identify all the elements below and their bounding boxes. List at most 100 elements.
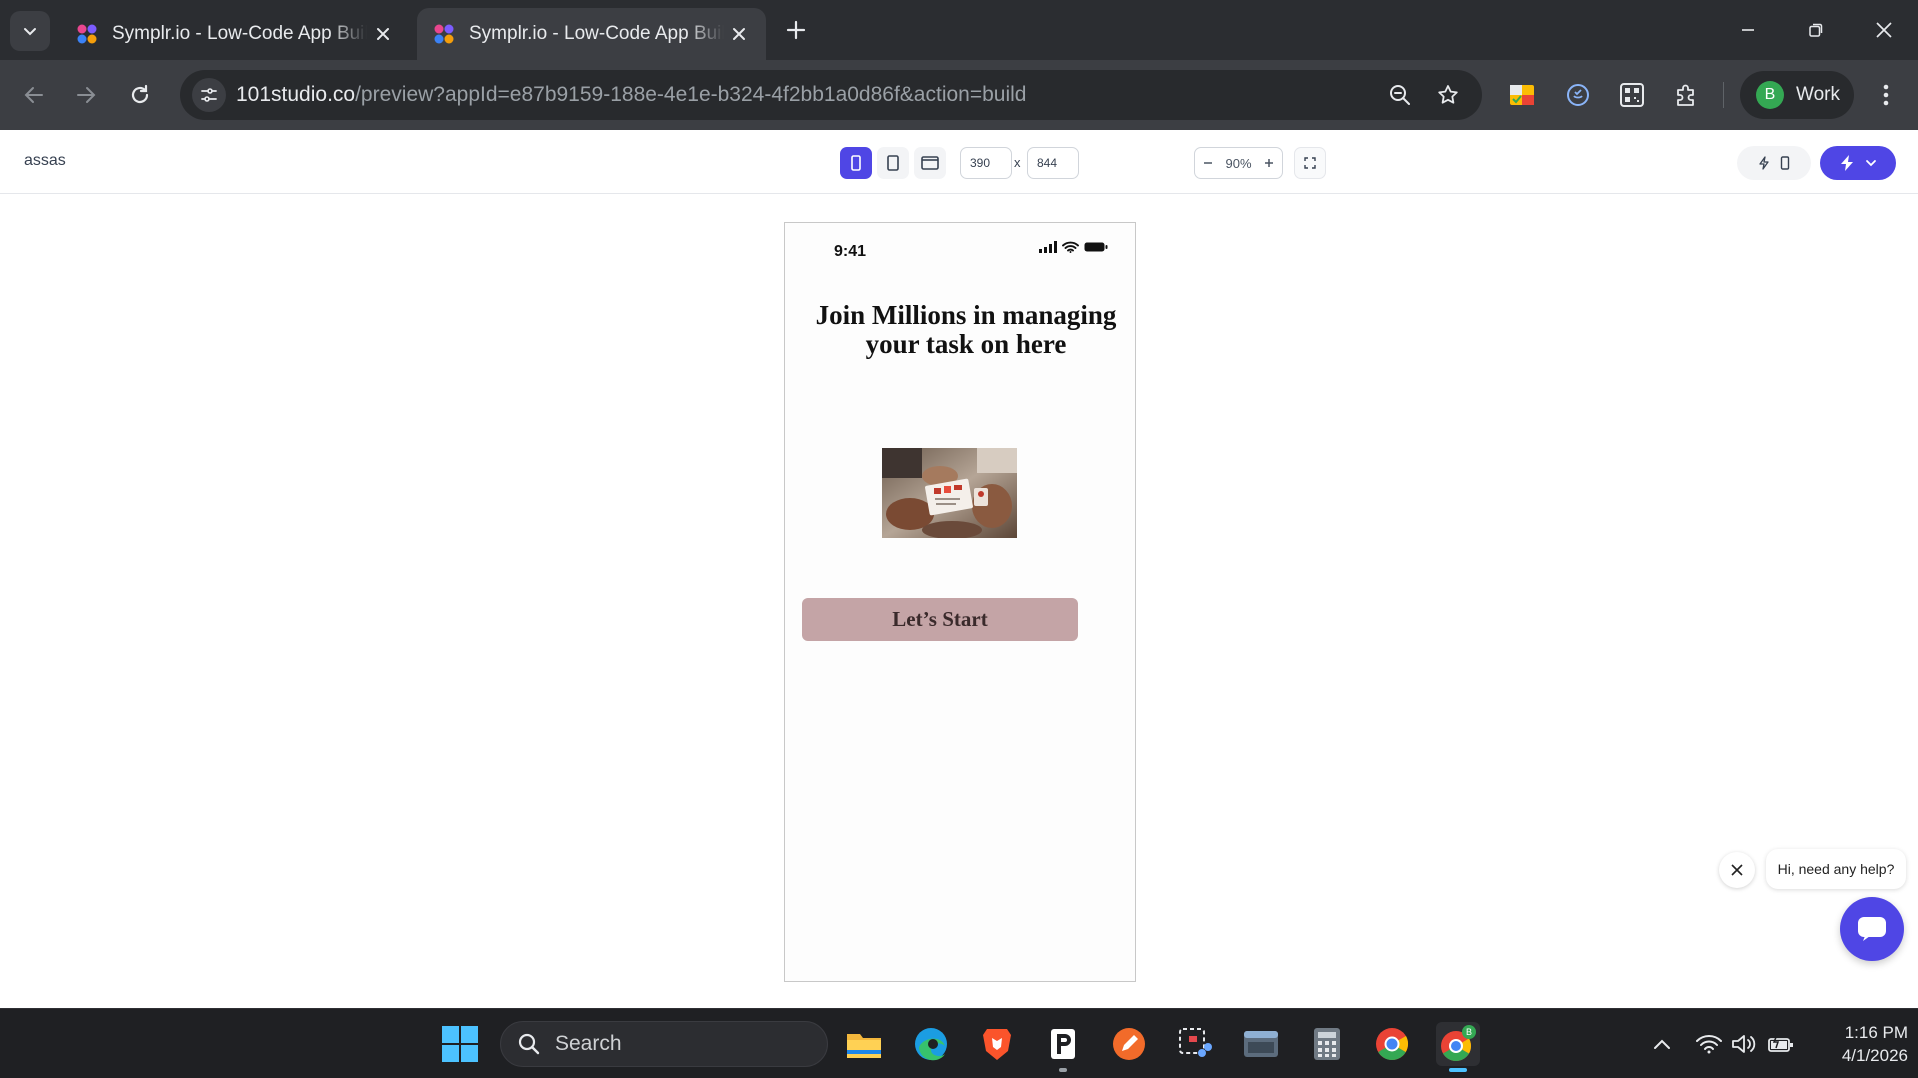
url-text: 101studio.co/preview?appId=e87b9159-188e… <box>236 83 1026 107</box>
new-tab-button[interactable] <box>780 14 812 46</box>
extensions-button[interactable] <box>1670 79 1702 111</box>
close-window-button[interactable] <box>1862 10 1906 50</box>
run-menu-button[interactable] <box>1820 146 1896 180</box>
symplr-favicon-icon <box>77 24 97 44</box>
battery-button[interactable] <box>1767 1030 1795 1058</box>
show-hidden-icons-button[interactable] <box>1648 1030 1676 1058</box>
plus-icon <box>786 20 806 40</box>
taskbar-edge[interactable] <box>909 1022 953 1066</box>
status-icons <box>1039 241 1108 253</box>
browser-tab[interactable]: Symplr.io - Low-Code App Builder <box>60 8 410 60</box>
taskbar-chrome-work[interactable]: B <box>1436 1022 1480 1072</box>
device-mobile-button[interactable] <box>840 147 872 179</box>
windows-logo-icon <box>442 1026 459 1043</box>
tab-close-button[interactable] <box>726 21 752 47</box>
plus-icon <box>1265 158 1273 167</box>
back-button[interactable] <box>14 75 54 115</box>
taskbar-brave[interactable] <box>975 1022 1019 1066</box>
zoom-page-button[interactable] <box>1386 81 1414 109</box>
tab-title: Symplr.io - Low-Code App Builder <box>469 23 724 44</box>
toolbar-divider <box>1723 82 1724 108</box>
device-desktop-button[interactable] <box>914 147 946 179</box>
site-info-button[interactable] <box>192 78 226 112</box>
snipping-tool-icon <box>1179 1028 1212 1057</box>
tablet-icon <box>887 155 899 171</box>
help-message-bubble[interactable]: Hi, need any help? <box>1766 849 1906 889</box>
bookmark-button[interactable] <box>1434 81 1462 109</box>
dimension-separator: x <box>1014 155 1021 170</box>
profile-button[interactable]: B Work <box>1740 71 1854 119</box>
taskbar-search[interactable]: Search <box>500 1021 828 1067</box>
windows-logo-tile <box>461 1026 478 1043</box>
tab-search-button[interactable] <box>10 11 50 51</box>
chat-launcher-button[interactable] <box>1840 897 1904 961</box>
profile-name: Work <box>1796 84 1840 105</box>
url-path: /preview?appId=e87b9159-188e-4e1e-b324-4… <box>355 83 1027 106</box>
extension-color-button[interactable] <box>1506 79 1538 111</box>
lightning-icon <box>1759 156 1769 170</box>
minimize-icon <box>1742 29 1754 31</box>
phone-icon <box>851 155 861 171</box>
viewport-height-input[interactable]: 844 <box>1027 147 1079 179</box>
browser-tab-active[interactable]: Symplr.io - Low-Code App Builder <box>417 8 766 60</box>
reload-button[interactable] <box>120 75 160 115</box>
clock-time: 1:16 PM <box>1844 1023 1908 1042</box>
more-vertical-icon <box>1883 84 1889 106</box>
taskbar-snipping-tool[interactable] <box>1173 1022 1217 1066</box>
network-button[interactable] <box>1695 1030 1723 1058</box>
teamwork-photo <box>882 448 1017 538</box>
extension-assistant-button[interactable] <box>1562 79 1594 111</box>
taskbar-search-label: Search <box>555 1032 622 1055</box>
active-indicator <box>1449 1068 1467 1072</box>
system-clock[interactable]: 1:16 PM 4/1/2026 <box>1808 1021 1908 1067</box>
brave-browser-icon <box>983 1029 1011 1060</box>
taskbar-calculator[interactable] <box>1305 1022 1349 1066</box>
taskbar-terminal[interactable] <box>1239 1022 1283 1066</box>
taskbar-pencil-app[interactable] <box>1107 1022 1151 1066</box>
qr-code-icon <box>1620 83 1644 107</box>
browser-toolbar: 101studio.co/preview?appId=e87b9159-188e… <box>0 60 1918 130</box>
teamwork-image-icon <box>882 448 1017 538</box>
star-icon <box>1438 85 1458 104</box>
help-dismiss-button[interactable] <box>1719 852 1755 888</box>
chevron-down-icon <box>24 28 36 36</box>
speaker-icon <box>1732 1035 1756 1053</box>
zoom-in-button[interactable] <box>1264 156 1274 171</box>
browser-menu-button[interactable] <box>1870 79 1902 111</box>
minimize-button[interactable] <box>1726 10 1770 50</box>
phone-icon <box>1780 156 1790 170</box>
minus-icon <box>1204 161 1212 164</box>
taskbar-pandora[interactable] <box>1041 1022 1085 1072</box>
viewport-width-input[interactable]: 390 <box>960 147 1012 179</box>
edge-browser-icon <box>915 1028 947 1061</box>
taskbar-file-explorer[interactable] <box>842 1022 886 1066</box>
address-bar[interactable]: 101studio.co/preview?appId=e87b9159-188e… <box>180 70 1482 120</box>
zoom-out-icon <box>1390 85 1410 105</box>
chevron-down-icon <box>1866 160 1876 167</box>
windows-start-button[interactable] <box>442 1026 478 1062</box>
battery-charging-icon <box>1768 1034 1793 1052</box>
phone-frame: 9:41 Join Millions in managing your task… <box>784 222 1136 982</box>
windows-logo-tile <box>442 1045 459 1062</box>
restore-button[interactable] <box>1794 10 1838 50</box>
taskbar-chrome[interactable] <box>1370 1022 1414 1066</box>
lets-start-button[interactable]: Let’s Start <box>802 598 1078 641</box>
onboarding-headline: Join Millions in managing your task on h… <box>815 300 1117 359</box>
zoom-out-button[interactable] <box>1203 156 1213 171</box>
fit-screen-button[interactable] <box>1294 147 1326 179</box>
wifi-icon <box>1062 241 1079 253</box>
mobile-preview-button[interactable] <box>1737 146 1811 180</box>
symplr-favicon-icon <box>434 24 454 44</box>
forward-button[interactable] <box>66 75 106 115</box>
arrow-right-icon <box>77 87 96 103</box>
tab-close-button[interactable] <box>370 21 396 47</box>
fullscreen-icon <box>1304 157 1316 169</box>
extension-qr-button[interactable] <box>1616 79 1648 111</box>
close-icon <box>1731 864 1743 876</box>
svg-text:B: B <box>1466 1027 1472 1037</box>
device-tablet-button[interactable] <box>877 147 909 179</box>
project-name: assas <box>24 152 66 169</box>
browser-tab-strip: Symplr.io - Low-Code App Builder Symplr.… <box>0 0 1918 60</box>
volume-button[interactable] <box>1730 1030 1758 1058</box>
builder-toolbar: assas 390 x 844 90% <box>0 130 1918 194</box>
